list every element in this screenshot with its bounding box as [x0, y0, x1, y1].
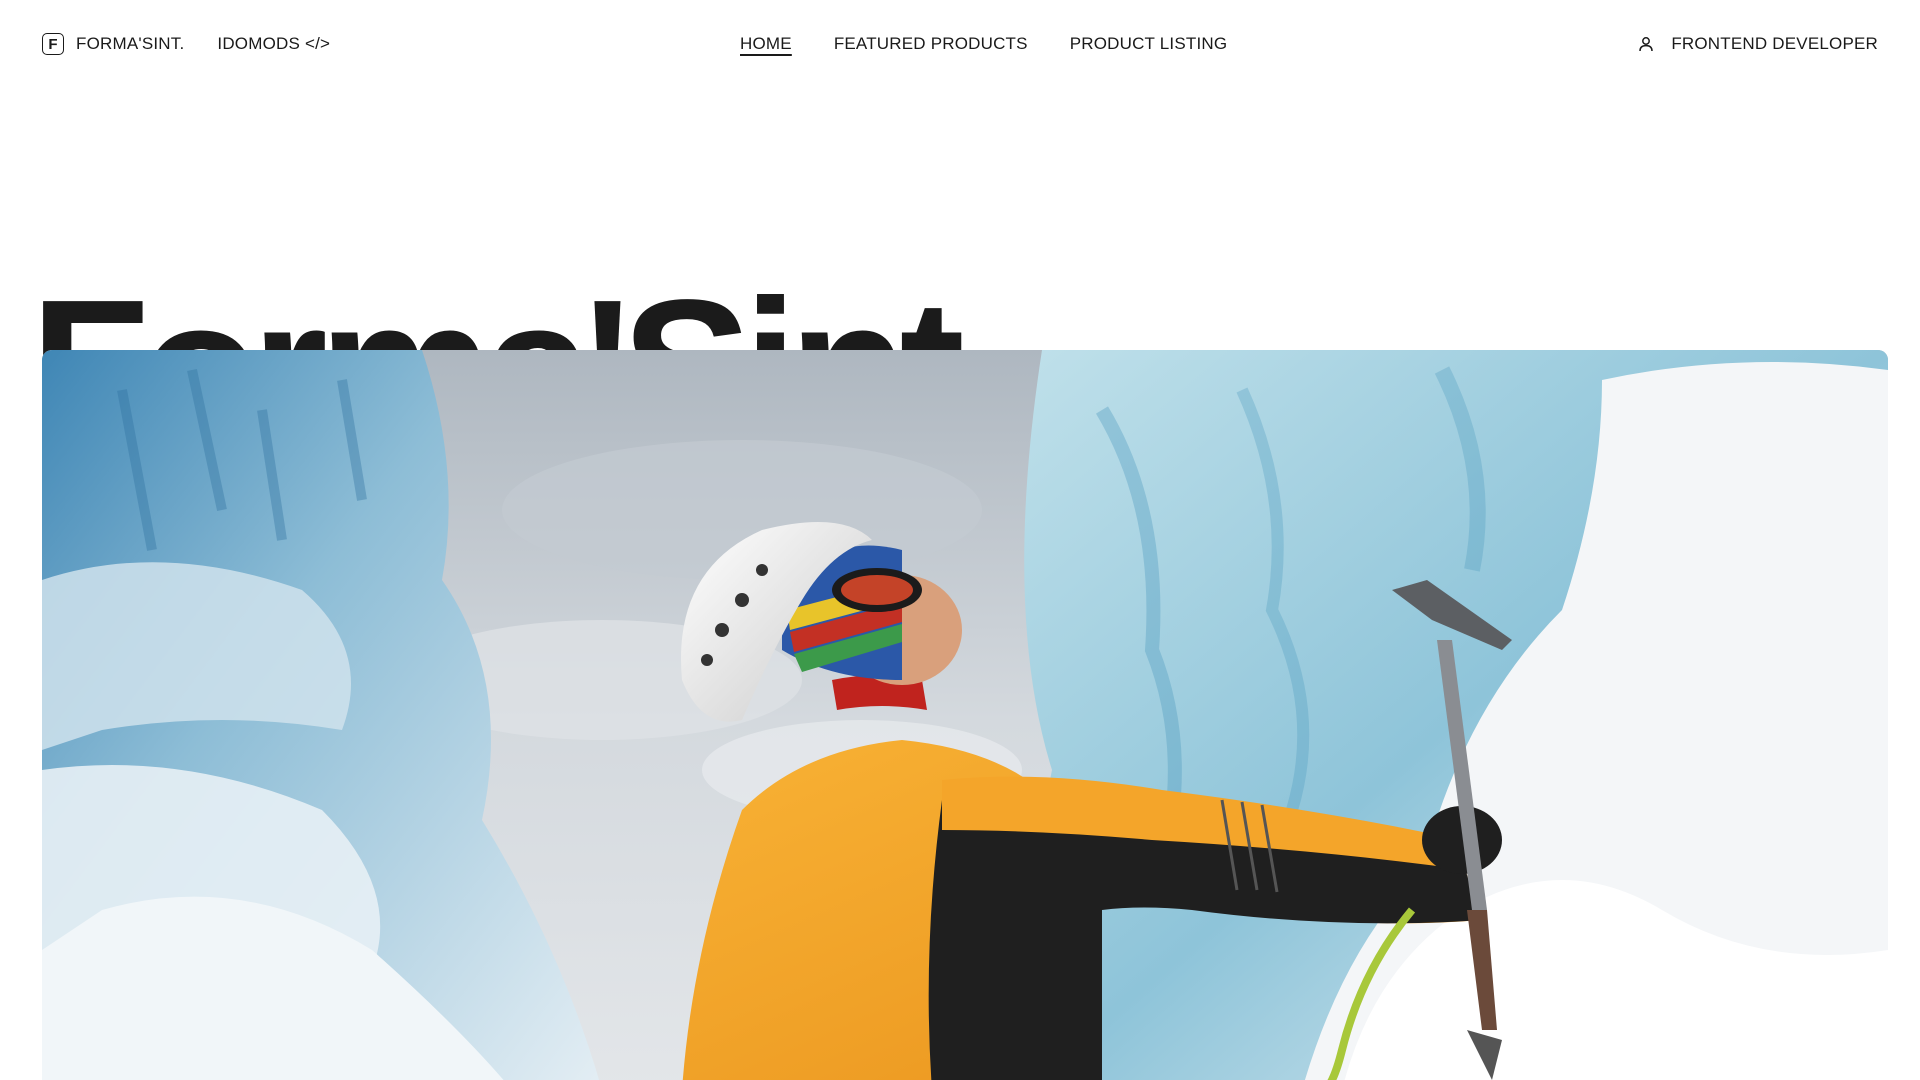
header-left: F FORMA'SINT. IDOMODS </> [42, 33, 330, 55]
brand-link[interactable]: F FORMA'SINT. [42, 33, 184, 55]
site-header: F FORMA'SINT. IDOMODS </> HOME FEATURED … [0, 0, 1920, 88]
user-icon [1637, 35, 1655, 53]
ice-climber-photo [42, 350, 1888, 1080]
user-role-label: FRONTEND DEVELOPER [1671, 34, 1878, 53]
user-menu[interactable]: FRONTEND DEVELOPER [1637, 0, 1878, 88]
brand-name: FORMA'SINT. [76, 34, 185, 53]
hero-image [42, 350, 1888, 1080]
idomods-link[interactable]: IDOMODS </> [217, 34, 330, 54]
main-nav: HOME FEATURED PRODUCTS PRODUCT LISTING [740, 0, 1227, 88]
brand-logo-icon: F [42, 33, 64, 55]
nav-product-listing[interactable]: PRODUCT LISTING [1070, 34, 1228, 54]
nav-home[interactable]: HOME [740, 34, 792, 54]
page: F FORMA'SINT. IDOMODS </> HOME FEATURED … [0, 0, 1920, 1080]
nav-featured-products[interactable]: FEATURED PRODUCTS [834, 34, 1028, 54]
